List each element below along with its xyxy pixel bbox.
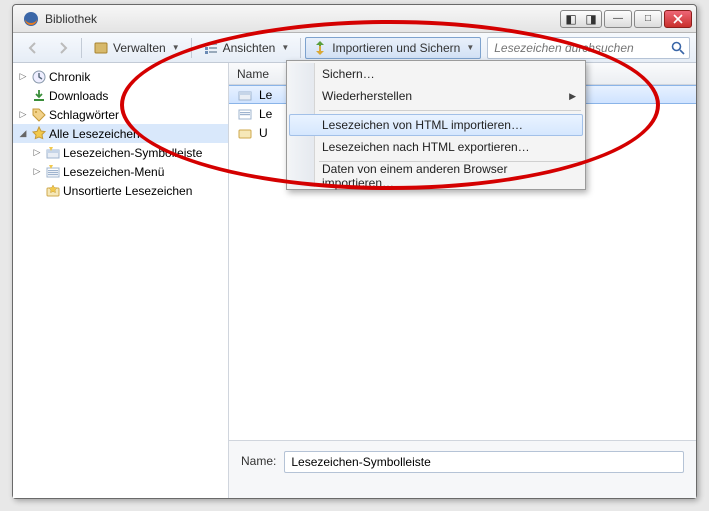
import-label: Importieren und Sichern — [332, 41, 460, 55]
name-field[interactable] — [284, 451, 684, 473]
sidebar-label: Lesezeichen-Menü — [63, 165, 164, 179]
sidebar-label: Downloads — [49, 89, 108, 103]
search-wrap — [487, 37, 690, 59]
organize-button[interactable]: Verwalten ▼ — [86, 37, 187, 59]
sidebar-item-downloads[interactable]: Downloads — [13, 86, 228, 105]
menu-item-backup[interactable]: Sichern… — [289, 63, 583, 85]
sidebar-label: Schlagwörter — [49, 108, 119, 122]
window-buttons: ◧◨ — □ — [558, 10, 692, 28]
expander-icon[interactable]: ▷ — [17, 71, 29, 82]
forward-button[interactable] — [49, 37, 77, 59]
chevron-down-icon: ▼ — [172, 43, 180, 52]
sidebar-item-bookmarks-toolbar[interactable]: ▷ Lesezeichen-Symbolleiste — [13, 143, 228, 162]
toolbar-separator — [81, 38, 82, 58]
titlebar: Bibliothek ◧◨ — □ — [13, 5, 696, 33]
menu-item-import-html[interactable]: Lesezeichen von HTML importieren… — [289, 114, 583, 136]
folder-menu-icon — [237, 106, 253, 122]
download-icon — [31, 88, 47, 104]
expander-icon[interactable]: ▷ — [17, 109, 29, 120]
menu-label: Wiederherstellen — [322, 89, 412, 103]
menu-label: Lesezeichen von HTML importieren… — [322, 118, 523, 132]
menu-separator — [319, 110, 581, 111]
menu-item-restore[interactable]: Wiederherstellen ▶ — [289, 85, 583, 107]
snap-buttons[interactable]: ◧◨ — [560, 10, 602, 28]
clock-icon — [31, 69, 47, 85]
details-pane: Name: — [229, 440, 696, 498]
menu-label: Sichern… — [322, 67, 375, 81]
menu-item-export-html[interactable]: Lesezeichen nach HTML exportieren… — [289, 136, 583, 158]
search-input[interactable] — [487, 37, 690, 59]
toolbar: Verwalten ▼ Ansichten ▼ Importieren und … — [13, 33, 696, 63]
folder-toolbar-icon — [237, 87, 253, 103]
star-icon — [31, 126, 47, 142]
close-button[interactable] — [664, 10, 692, 28]
import-icon — [312, 40, 328, 56]
sidebar-item-bookmarks-menu[interactable]: ▷ Lesezeichen-Menü — [13, 162, 228, 181]
folder-toolbar-icon — [45, 145, 61, 161]
submenu-arrow-icon: ▶ — [569, 91, 576, 102]
sidebar-label: Chronik — [49, 70, 90, 84]
toolbar-separator — [191, 38, 192, 58]
name-field-label: Name: — [241, 451, 276, 468]
chevron-down-icon: ▼ — [281, 43, 289, 52]
list-row-label: Le — [259, 107, 272, 121]
back-button[interactable] — [19, 37, 47, 59]
search-icon — [670, 40, 686, 56]
import-backup-menu: Sichern… Wiederherstellen ▶ Lesezeichen … — [286, 60, 586, 190]
window-title: Bibliothek — [45, 12, 558, 26]
sidebar-label: Unsortierte Lesezeichen — [63, 184, 192, 198]
column-name[interactable]: Name — [229, 67, 277, 81]
views-button[interactable]: Ansichten ▼ — [196, 37, 297, 59]
list-row-label: Le — [259, 88, 272, 102]
views-label: Ansichten — [223, 41, 276, 55]
sidebar-item-tags[interactable]: ▷ Schlagwörter — [13, 105, 228, 124]
expander-icon[interactable]: ▷ — [31, 166, 43, 177]
toolbar-separator — [300, 38, 301, 58]
sidebar-item-unsorted-bookmarks[interactable]: Unsortierte Lesezeichen — [13, 181, 228, 200]
expander-icon[interactable]: ◢ — [17, 128, 29, 139]
chevron-down-icon: ▼ — [466, 43, 474, 52]
views-icon — [203, 40, 219, 56]
sidebar-label: Lesezeichen-Symbolleiste — [63, 146, 202, 160]
sidebar-tree[interactable]: ▷ Chronik Downloads ▷ Schlagwörter ◢ All… — [13, 63, 229, 498]
sidebar-item-history[interactable]: ▷ Chronik — [13, 67, 228, 86]
menu-item-import-browser[interactable]: Daten von einem anderen Browser importie… — [289, 165, 583, 187]
organize-icon — [93, 40, 109, 56]
organize-label: Verwalten — [113, 41, 166, 55]
maximize-button[interactable]: □ — [634, 10, 662, 28]
menu-label: Daten von einem anderen Browser importie… — [322, 162, 564, 190]
firefox-icon — [23, 11, 39, 27]
folder-unsorted-icon — [45, 183, 61, 199]
folder-menu-icon — [45, 164, 61, 180]
expander-icon[interactable]: ▷ — [31, 147, 43, 158]
library-window: Bibliothek ◧◨ — □ Verwalten ▼ Ansichten … — [12, 4, 697, 499]
folder-unsorted-icon — [237, 125, 253, 141]
sidebar-label: Alle Lesezeichen — [49, 127, 140, 141]
minimize-button[interactable]: — — [604, 10, 632, 28]
menu-label: Lesezeichen nach HTML exportieren… — [322, 140, 530, 154]
sidebar-item-all-bookmarks[interactable]: ◢ Alle Lesezeichen — [13, 124, 228, 143]
list-row-label: U — [259, 126, 268, 140]
import-backup-button[interactable]: Importieren und Sichern ▼ — [305, 37, 481, 59]
tag-icon — [31, 107, 47, 123]
